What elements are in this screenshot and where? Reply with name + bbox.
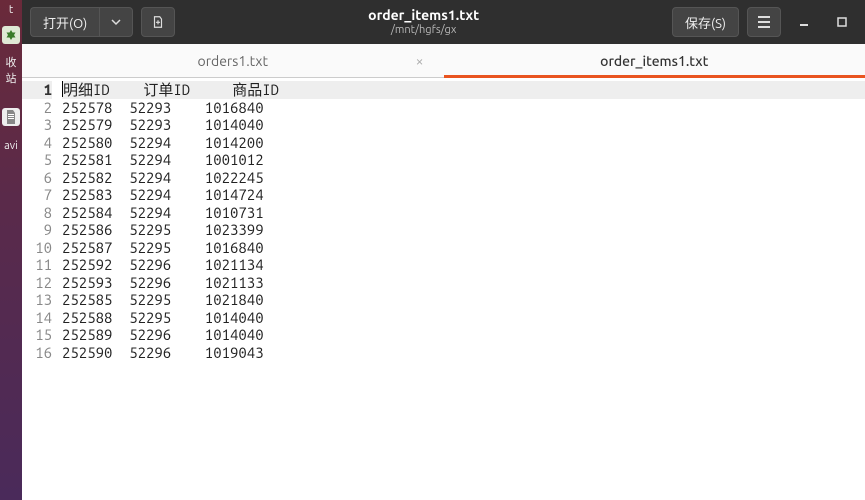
maximize-icon <box>836 16 848 28</box>
line-number: 13 <box>22 291 52 309</box>
data-row: 252579 52293 1014040 <box>62 116 865 134</box>
window-subtitle: /mnt/hgfs/gx <box>183 24 664 36</box>
new-tab-button[interactable] <box>141 7 175 37</box>
line-number: 11 <box>22 256 52 274</box>
tab-label: orders1.txt <box>198 53 268 69</box>
recycle-bin-label: 收站 <box>0 50 22 90</box>
tab-orders1-txt[interactable]: orders1.txt × <box>22 44 444 77</box>
desktop-left-strip: t 收站 avi <box>0 0 22 500</box>
line-number: 7 <box>22 186 52 204</box>
text-content[interactable]: 明细ID 订单ID 商品ID252578 52293 1016840252579… <box>58 78 865 500</box>
data-row: 252593 52296 1021133 <box>62 274 865 292</box>
titlebar: 打开(O) order_items1.txt /mnt/hgfs/gx 保存(S… <box>22 0 865 44</box>
line-number: 2 <box>22 99 52 117</box>
maximize-button[interactable] <box>827 7 857 37</box>
gedit-window: 打开(O) order_items1.txt /mnt/hgfs/gx 保存(S… <box>22 0 865 500</box>
tab-bar: orders1.txt × order_items1.txt <box>22 44 865 78</box>
line-number: 6 <box>22 169 52 187</box>
desktop-fragment-top: t <box>0 0 22 20</box>
new-document-icon <box>151 15 165 29</box>
data-row: 252581 52294 1001012 <box>62 151 865 169</box>
data-row: 252590 52296 1019043 <box>62 344 865 362</box>
open-dropdown-button[interactable] <box>99 7 133 37</box>
header-row: 明细ID 订单ID 商品ID <box>62 81 865 99</box>
data-row: 252585 52295 1021840 <box>62 291 865 309</box>
line-number: 3 <box>22 116 52 134</box>
open-button[interactable]: 打开(O) <box>30 7 99 37</box>
navicat-label: avi <box>0 136 22 156</box>
close-icon[interactable]: × <box>416 53 424 69</box>
data-row: 252588 52295 1014040 <box>62 309 865 327</box>
line-number: 10 <box>22 239 52 257</box>
line-number: 4 <box>22 134 52 152</box>
hamburger-icon <box>757 16 771 28</box>
line-number: 12 <box>22 274 52 292</box>
tab-order_items1-txt[interactable]: order_items1.txt <box>444 44 865 77</box>
data-row: 252583 52294 1014724 <box>62 186 865 204</box>
line-number: 15 <box>22 326 52 344</box>
data-row: 252586 52295 1023399 <box>62 221 865 239</box>
chevron-down-icon <box>111 17 121 27</box>
line-number: 8 <box>22 204 52 222</box>
data-row: 252584 52294 1010731 <box>62 204 865 222</box>
line-number: 14 <box>22 309 52 327</box>
minimize-icon <box>798 16 810 28</box>
line-number: 1 <box>22 81 52 99</box>
title-area: order_items1.txt /mnt/hgfs/gx <box>183 8 664 35</box>
minimize-button[interactable] <box>789 7 819 37</box>
data-row: 252587 52295 1016840 <box>62 239 865 257</box>
data-row: 252582 52294 1022245 <box>62 169 865 187</box>
tab-label: order_items1.txt <box>600 53 708 69</box>
line-number-gutter: 12345678910111213141516 <box>22 78 58 500</box>
data-row: 252589 52296 1014040 <box>62 326 865 344</box>
file-icon[interactable] <box>2 108 20 126</box>
recycle-bin-icon[interactable] <box>2 26 20 44</box>
menu-button[interactable] <box>747 7 781 37</box>
editor-area[interactable]: 12345678910111213141516 明细ID 订单ID 商品ID25… <box>22 78 865 500</box>
window-title: order_items1.txt <box>183 8 664 23</box>
data-row: 252578 52293 1016840 <box>62 99 865 117</box>
save-button[interactable]: 保存(S) <box>672 7 739 37</box>
line-number: 5 <box>22 151 52 169</box>
data-row: 252580 52294 1014200 <box>62 134 865 152</box>
data-row: 252592 52296 1021134 <box>62 256 865 274</box>
line-number: 16 <box>22 344 52 362</box>
line-number: 9 <box>22 221 52 239</box>
open-button-group: 打开(O) <box>30 7 133 37</box>
